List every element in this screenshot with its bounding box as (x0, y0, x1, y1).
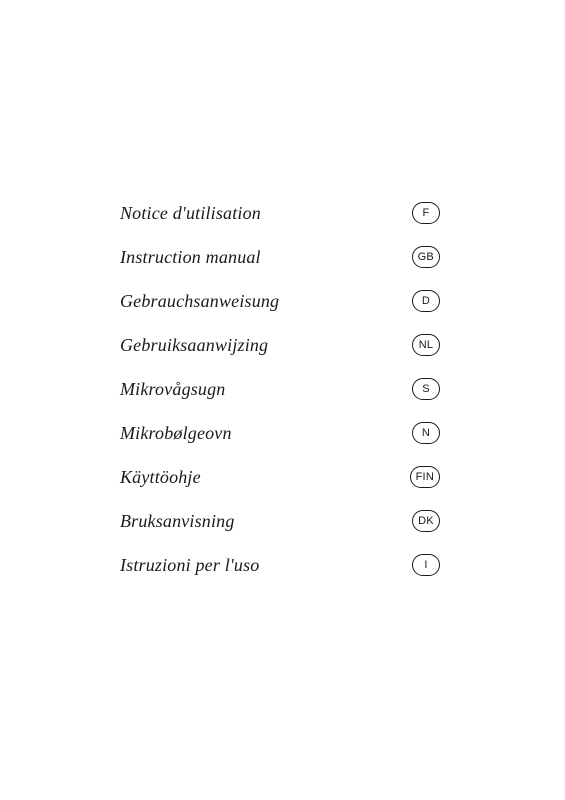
badge-italian: I (412, 554, 440, 576)
label-finnish: Käyttöohje (120, 467, 201, 488)
entry-german: Gebrauchsanweisung D (120, 290, 440, 312)
badge-finnish: FIN (410, 466, 440, 488)
badge-german: D (412, 290, 440, 312)
entry-swedish: Mikrovågsugn S (120, 378, 440, 400)
badge-swedish: S (412, 378, 440, 400)
entry-dutch: Gebruiksaanwijzing NL (120, 334, 440, 356)
badge-english: GB (412, 246, 440, 268)
label-swedish: Mikrovågsugn (120, 379, 225, 400)
label-norwegian: Mikrobølgeovn (120, 423, 232, 444)
label-italian: Istruzioni per l'uso (120, 555, 259, 576)
badge-french: F (412, 202, 440, 224)
entry-danish: Bruksanvisning DK (120, 510, 440, 532)
entry-french: Notice d'utilisation F (120, 202, 440, 224)
entry-english: Instruction manual GB (120, 246, 440, 268)
label-danish: Bruksanvisning (120, 511, 235, 532)
entry-finnish: Käyttöohje FIN (120, 466, 440, 488)
label-german: Gebrauchsanweisung (120, 291, 279, 312)
badge-danish: DK (412, 510, 440, 532)
page-container: Notice d'utilisation F Instruction manual G… (0, 0, 565, 800)
label-english: Instruction manual (120, 247, 261, 268)
label-french: Notice d'utilisation (120, 203, 261, 224)
entry-norwegian: Mikrobølgeovn N (120, 422, 440, 444)
badge-dutch: NL (412, 334, 440, 356)
label-dutch: Gebruiksaanwijzing (120, 335, 268, 356)
entry-italian: Istruzioni per l'uso I (120, 554, 440, 576)
badge-norwegian: N (412, 422, 440, 444)
